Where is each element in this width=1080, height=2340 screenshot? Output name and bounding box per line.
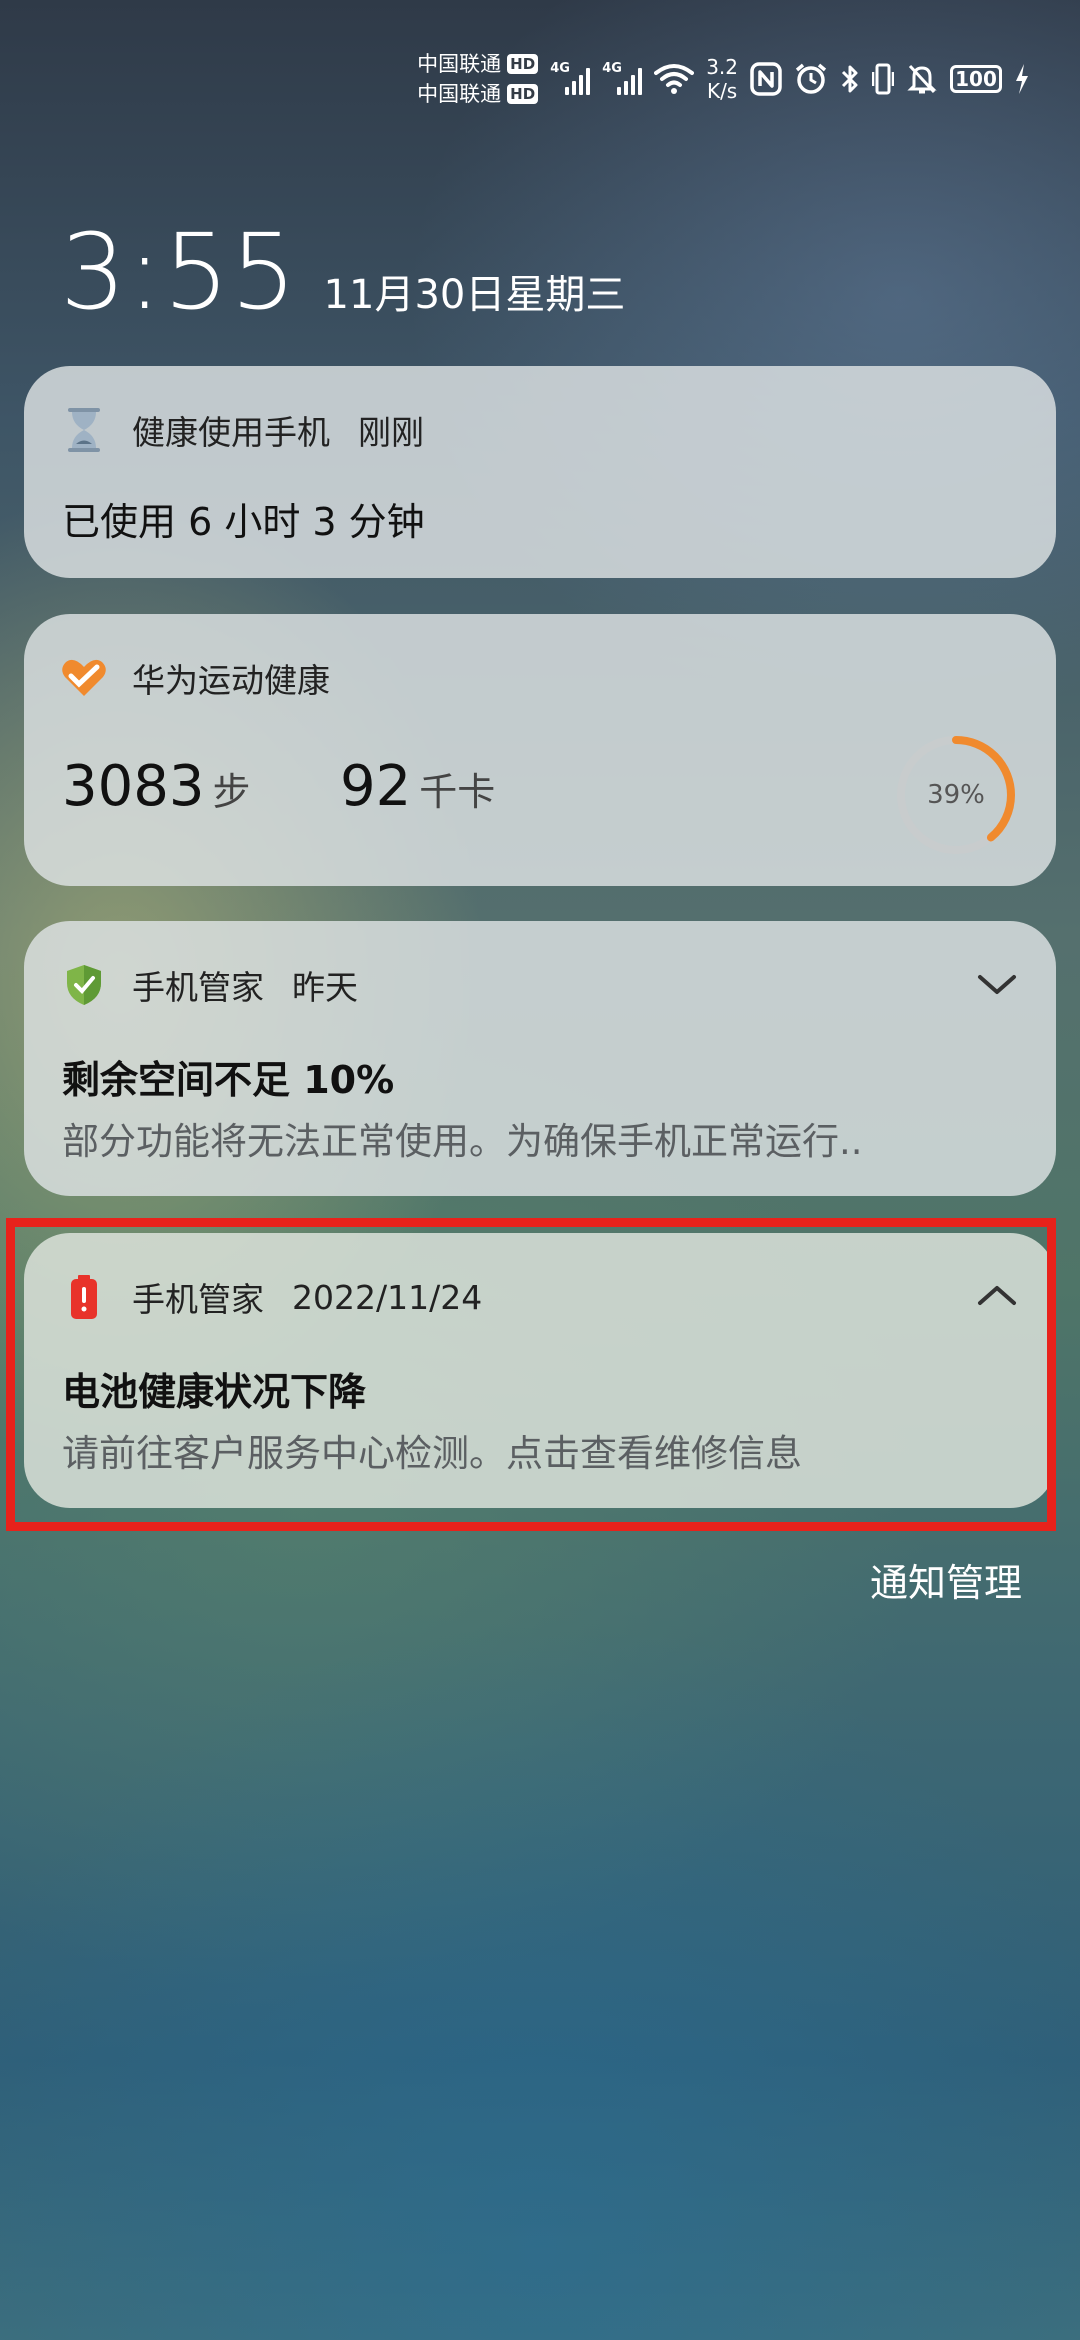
speed-unit: K/s bbox=[706, 79, 738, 103]
chevron-down-icon[interactable] bbox=[974, 961, 1020, 1007]
calories-stat: 92 千卡 bbox=[340, 754, 495, 819]
notification-header: 手机管家 昨天 bbox=[60, 921, 358, 1049]
hd-badge: HD bbox=[507, 54, 539, 74]
bluetooth-icon bbox=[840, 62, 860, 96]
battery-icon: 100 bbox=[950, 65, 1002, 93]
hd-badge: HD bbox=[507, 84, 539, 104]
shield-icon bbox=[60, 961, 108, 1009]
steps-stat: 3083 步 bbox=[62, 754, 251, 819]
carrier-1-name: 中国联通 bbox=[417, 51, 502, 76]
notification-time: 昨天 bbox=[292, 968, 358, 1007]
mute-icon bbox=[906, 62, 938, 96]
clock-date: 11月30日星期三 bbox=[323, 272, 626, 318]
clock-time: 3:55 bbox=[60, 211, 298, 333]
notification-storage[interactable]: 手机管家 昨天 剩余空间不足 10% 部分功能将无法正常使用。为确保手机正常运行… bbox=[24, 921, 1056, 1196]
alarm-icon bbox=[794, 62, 828, 96]
steps-unit: 步 bbox=[212, 770, 251, 814]
notification-time: 刚刚 bbox=[358, 413, 424, 452]
notification-app-name: 健康使用手机 bbox=[132, 413, 330, 452]
heart-icon bbox=[60, 654, 108, 702]
wifi-icon bbox=[654, 63, 695, 95]
notification-manage-button[interactable]: 通知管理 bbox=[870, 1552, 1022, 1607]
battery-level: 100 bbox=[950, 65, 1002, 93]
highlight-box bbox=[6, 1218, 1056, 1531]
signal-2-icon: 4G bbox=[602, 61, 643, 97]
notification-app-name: 手机管家 bbox=[132, 968, 264, 1007]
network-speed: 3.2 K/s bbox=[706, 55, 738, 103]
notification-app-name: 华为运动健康 bbox=[132, 661, 330, 700]
status-bar: 中国联通 HD 中国联通 HD 4G 4G 3.2 K/s 100 bbox=[417, 44, 1030, 114]
steps-value: 3083 bbox=[62, 754, 205, 819]
notification-header: 健康使用手机 刚刚 bbox=[60, 366, 424, 494]
lockscreen-clock: 3:55 11月30日星期三 bbox=[60, 220, 625, 324]
progress-ring: 39% bbox=[894, 733, 1018, 857]
speed-value: 3.2 bbox=[706, 55, 738, 79]
calories-value: 92 bbox=[340, 754, 412, 819]
nfc-icon bbox=[750, 62, 782, 96]
notification-body: 部分功能将无法正常使用。为确保手机正常运行.. bbox=[62, 1120, 863, 1163]
hourglass-icon bbox=[60, 406, 108, 454]
progress-label: 39% bbox=[927, 780, 985, 810]
notification-screen-time[interactable]: 健康使用手机 刚刚 已使用 6 小时 3 分钟 bbox=[24, 366, 1056, 578]
carrier-2-name: 中国联通 bbox=[417, 81, 502, 106]
carrier-2: 中国联通 HD bbox=[417, 81, 539, 108]
vibrate-icon bbox=[872, 62, 894, 96]
notification-title: 已使用 6 小时 3 分钟 bbox=[62, 500, 425, 544]
calories-unit: 千卡 bbox=[419, 770, 496, 814]
notification-title: 剩余空间不足 10% bbox=[62, 1058, 395, 1102]
carrier-1: 中国联通 HD bbox=[417, 51, 539, 78]
signal-1-icon: 4G bbox=[550, 61, 591, 97]
carrier-info: 中国联通 HD 中国联通 HD bbox=[417, 51, 539, 108]
charging-icon bbox=[1014, 63, 1030, 95]
notification-health[interactable]: 华为运动健康 3083 步 92 千卡 39% bbox=[24, 614, 1056, 886]
notification-header: 华为运动健康 bbox=[60, 614, 330, 742]
